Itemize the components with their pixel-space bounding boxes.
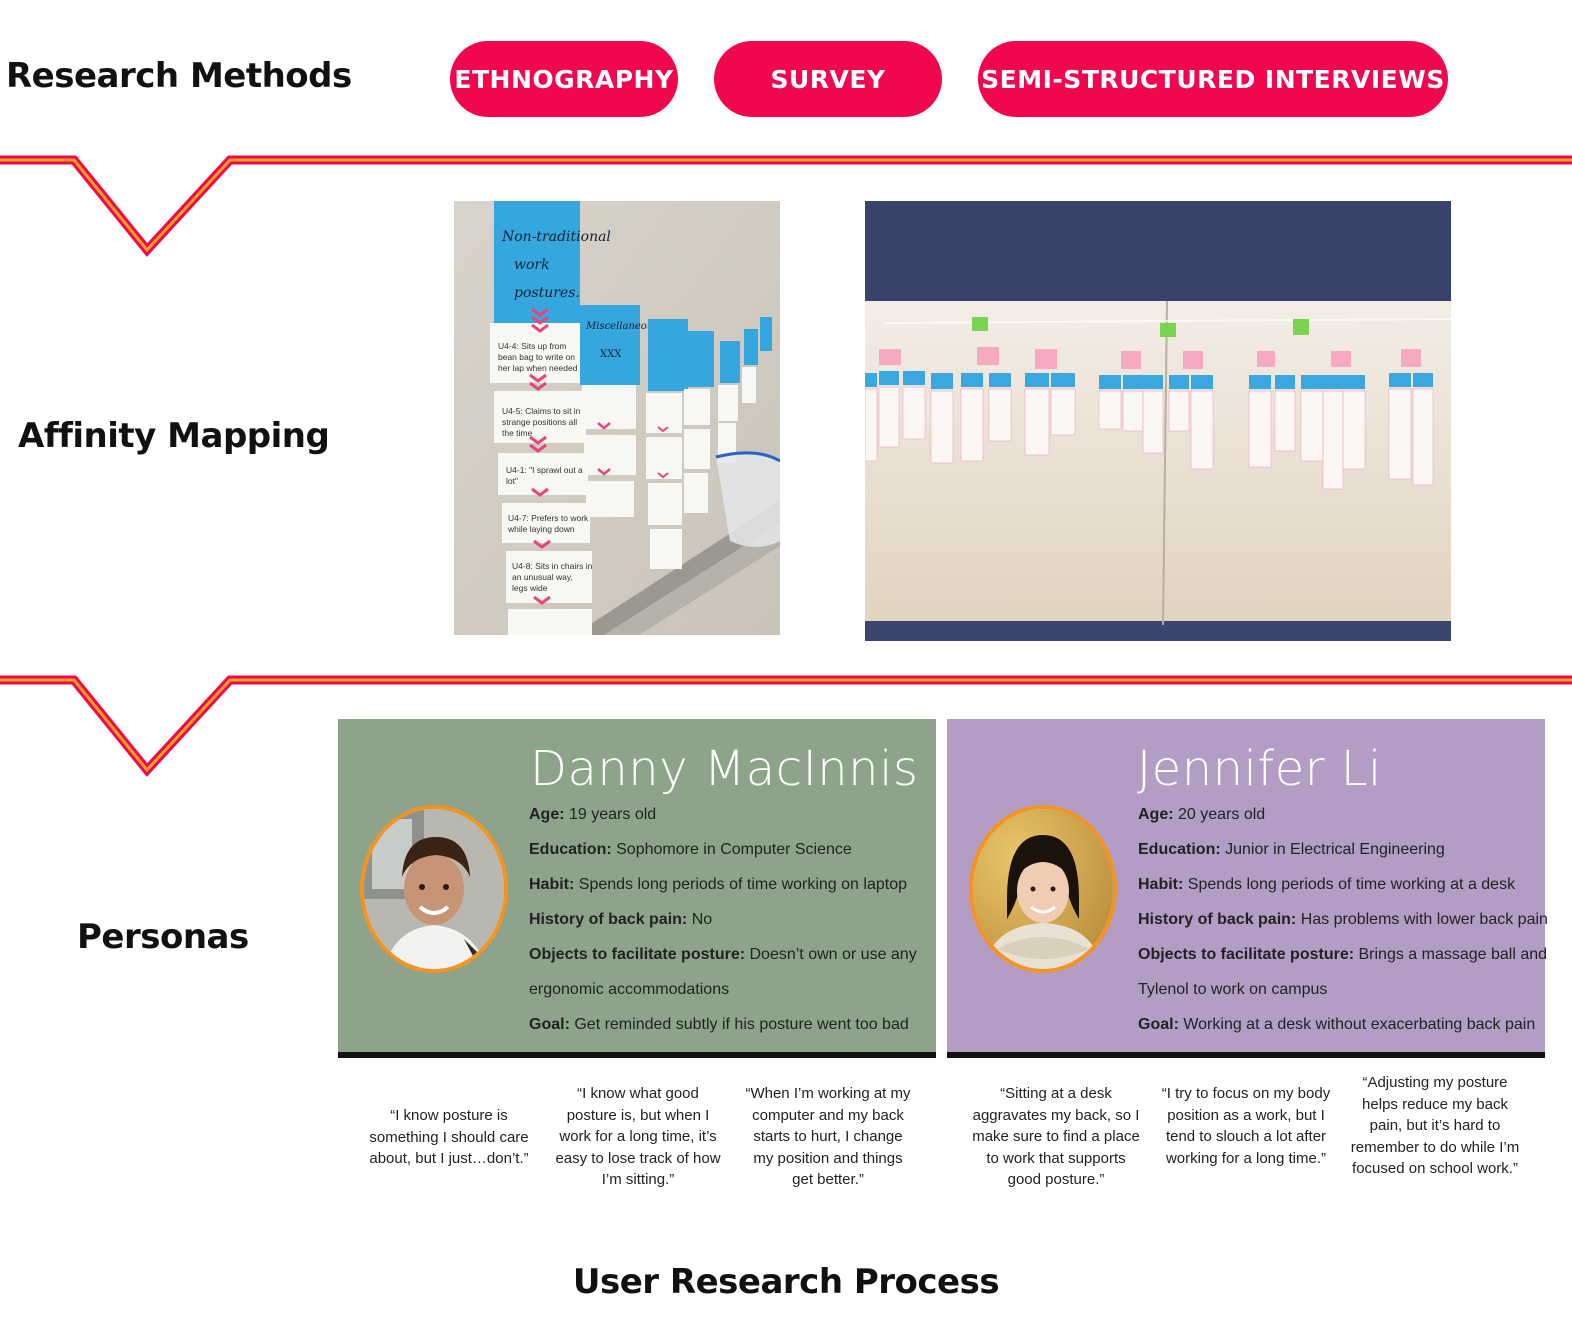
persona-quote: “I know posture is something I should ca… <box>369 1107 529 1167</box>
persona-divider-bar <box>947 1052 1545 1058</box>
field-goal: Goal: Working at a desk without exacerba… <box>1138 1016 1536 1033</box>
svg-text:lot": lot" <box>506 476 518 486</box>
field-age: Age: 19 years old <box>529 806 657 823</box>
persona-name: Danny MacInnis <box>530 741 919 797</box>
svg-text:an unusual way,: an unusual way, <box>512 572 573 582</box>
svg-text:postures.: postures. <box>514 285 580 301</box>
persona-fields: Age: 20 years old Education: Junior in E… <box>1138 797 1548 1042</box>
field-objects: Objects to facilitate posture: Doesn’t o… <box>529 946 917 963</box>
page-title: User Research Process <box>572 1262 1000 1302</box>
svg-text:U4-7: Prefers to work: U4-7: Prefers to work <box>508 513 589 523</box>
svg-text:while laying down: while laying down <box>507 524 575 534</box>
field-objects-cont: ergonomic accommodations <box>529 981 730 998</box>
svg-text:the time: the time <box>502 428 533 438</box>
svg-text:work: work <box>514 257 550 273</box>
svg-text:her lap when needed: her lap when needed <box>498 363 578 373</box>
svg-text:legs wide: legs wide <box>512 583 548 593</box>
persona-quote: “When I’m working at my computer and my … <box>745 1085 911 1188</box>
field-goal: Goal: Get reminded subtly if his posture… <box>529 1016 909 1033</box>
svg-text:bean bag to write on: bean bag to write on <box>498 352 575 362</box>
svg-text:strange positions all: strange positions all <box>502 417 577 427</box>
svg-text:XXX: XXX <box>600 349 622 360</box>
affinity-photo-closeup: Non-traditional work postures. U4-4: Sit… <box>454 201 780 635</box>
persona-quote: “Adjusting my posture helps reduce my ba… <box>1350 1074 1520 1177</box>
field-education: Education: Sophomore in Computer Science <box>529 841 852 858</box>
svg-text:U4-1: "I sprawl out a: U4-1: "I sprawl out a <box>506 465 583 475</box>
affinity-photo-whiteboard <box>865 201 1451 641</box>
field-age: Age: 20 years old <box>1138 806 1266 823</box>
affinity-closeup-illustration: Non-traditional work postures. U4-4: Sit… <box>454 201 780 635</box>
field-objects-cont: Tylenol to work on campus <box>1138 981 1328 998</box>
persona-fields: Age: 19 years old Education: Sophomore i… <box>529 797 917 1042</box>
affinity-whiteboard-illustration <box>865 201 1451 641</box>
persona-divider-bar <box>338 1052 936 1058</box>
avatar-photo <box>364 809 504 969</box>
svg-text:U4-4: Sits up from: U4-4: Sits up from <box>498 341 567 351</box>
persona-avatar <box>360 805 508 973</box>
survey-pill[interactable]: SURVEY <box>714 41 942 117</box>
svg-text:Miscellaneous: Miscellaneous <box>585 321 658 332</box>
persona-quote: “I try to focus on my body position as a… <box>1161 1085 1331 1167</box>
personas-label: Personas <box>77 917 249 957</box>
field-education: Education: Junior in Electrical Engineer… <box>1138 841 1445 858</box>
persona-card-jennifer: Jennifer Li Age: 20 years old Education:… <box>947 719 1548 1052</box>
persona-name: Jennifer Li <box>1137 741 1382 797</box>
persona-card-danny: Danny MacInnis Age: 19 years old Educati… <box>338 719 936 1052</box>
field-habit: Habit: Spends long periods of time worki… <box>529 876 907 893</box>
persona-quote: “Sitting at a desk aggravates my back, s… <box>972 1085 1140 1188</box>
svg-text:U4-5: Claims to sit in: U4-5: Claims to sit in <box>502 406 581 416</box>
semi-structured-interviews-pill[interactable]: SEMI-STRUCTURED INTERVIEWS <box>978 41 1448 117</box>
persona-avatar <box>969 805 1117 973</box>
svg-text:U4-8: Sits in chairs in: U4-8: Sits in chairs in <box>512 561 593 571</box>
svg-text:Non-traditional: Non-traditional <box>501 229 611 245</box>
field-back-pain: History of back pain: Has problems with … <box>1138 911 1548 928</box>
persona-quote: “I know what good posture is, but when I… <box>555 1085 721 1188</box>
field-objects: Objects to facilitate posture: Brings a … <box>1138 946 1548 963</box>
field-back-pain: History of back pain: No <box>529 911 713 928</box>
field-habit: Habit: Spends long periods of time worki… <box>1138 876 1516 893</box>
ethnography-pill[interactable]: ETHNOGRAPHY <box>450 41 678 117</box>
avatar-photo <box>973 809 1113 969</box>
affinity-mapping-label: Affinity Mapping <box>18 416 330 456</box>
research-methods-label: Research Methods <box>6 56 352 96</box>
